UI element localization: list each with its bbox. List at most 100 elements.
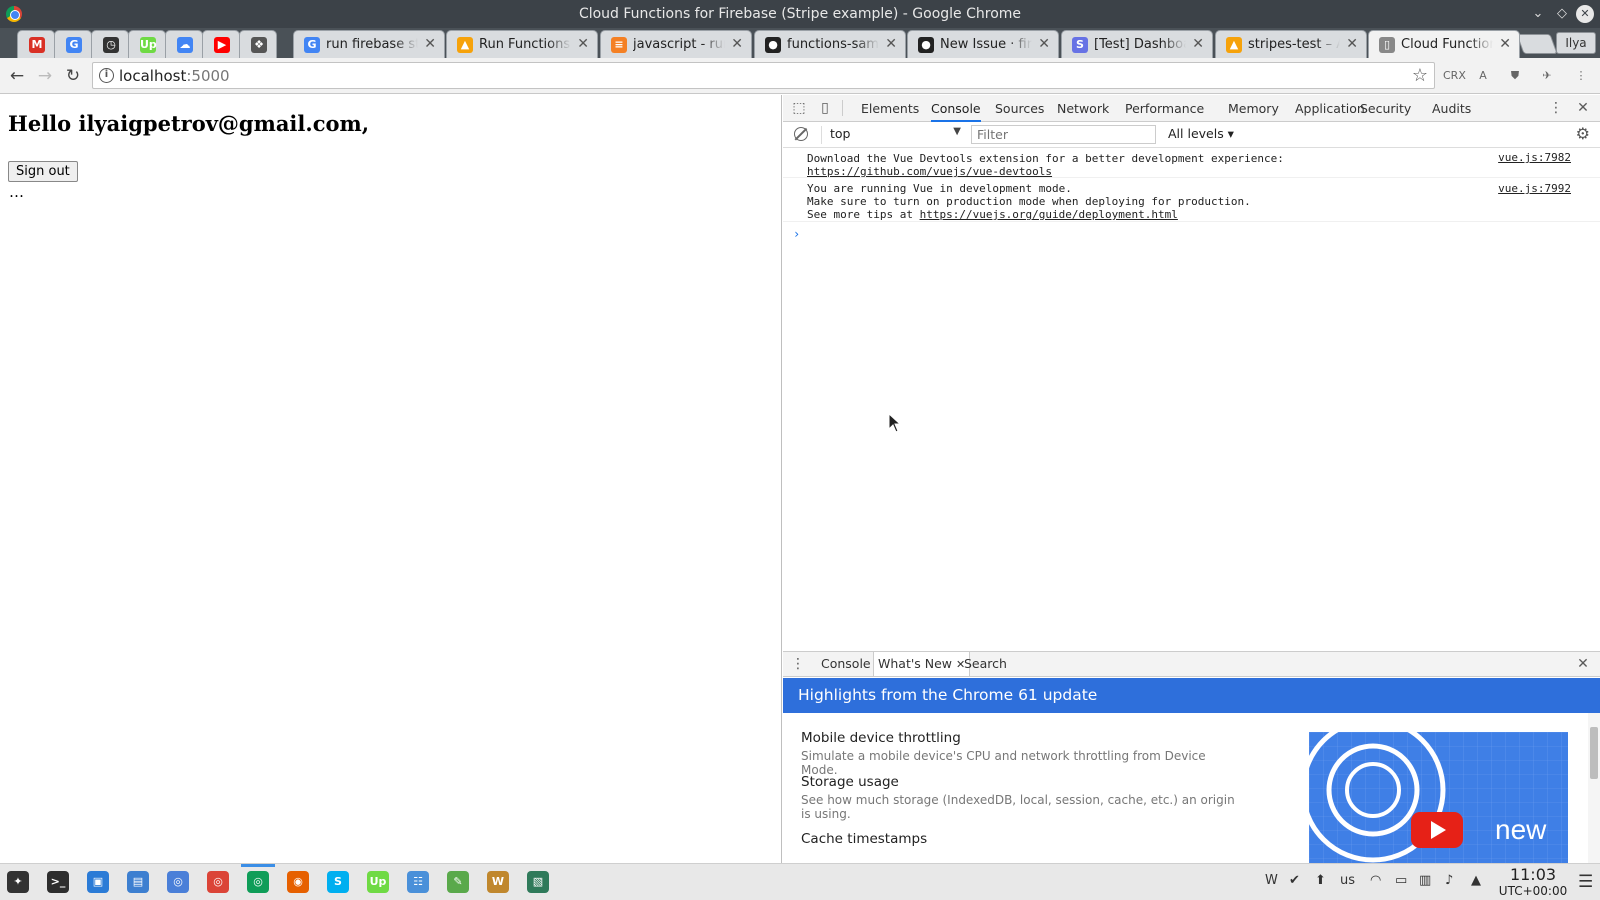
close-tab-icon[interactable]: ✕ [577,36,589,52]
gear-icon[interactable]: ⚙ [1576,124,1590,143]
console-link[interactable]: https://vuejs.org/guide/deployment.html [920,208,1178,221]
pinned-tab[interactable]: Up [128,30,166,58]
whats-new-scrollbar[interactable] [1588,713,1600,863]
clipboard-icon[interactable]: ▥ [1419,873,1431,888]
crx-icon[interactable]: CRX [1443,66,1466,86]
browser-tab[interactable]: ▲ Run Functions Locally ✕ [446,30,598,58]
forward-button[interactable]: → [34,65,56,87]
close-tab-icon[interactable]: ✕ [885,36,897,52]
profile-button[interactable]: Ilya [1556,32,1596,54]
chrome-icon[interactable]: ◎ [207,871,229,893]
console-source-link[interactable]: vue.js:7982 [1498,151,1571,164]
devtools-tab-memory[interactable]: Memory [1228,95,1279,122]
ublock-icon[interactable]: ⛊ [1505,66,1525,86]
log-levels-dropdown[interactable]: All levels ▾ [1168,126,1234,141]
pinned-tab[interactable]: ▶ [202,30,240,58]
devtools-tab-security[interactable]: Security [1360,95,1411,122]
system-clock[interactable]: 11:03 UTC+00:00 [1497,866,1569,899]
pinned-tab[interactable]: G [54,30,92,58]
devtools-tab-audits[interactable]: Audits [1432,95,1471,122]
volume-icon[interactable]: ♪ [1445,873,1453,888]
wifi-icon[interactable]: ◠ [1370,873,1381,888]
scrollbar-thumb[interactable] [1590,727,1598,779]
browser-tab[interactable]: ≡ javascript - run firebase ✕ [600,30,752,58]
chat-icon[interactable]: ☷ [407,871,429,893]
close-tab-icon[interactable]: ✕ [1038,36,1050,52]
devtools-menu-icon[interactable]: ⋮ [1547,99,1565,117]
devtools-tab-network[interactable]: Network [1057,95,1109,122]
close-devtools-icon[interactable]: ✕ [1574,99,1592,117]
back-button[interactable]: ← [6,65,28,87]
maximize-icon[interactable]: ◇ [1552,4,1572,24]
drawer-tab-whats-new[interactable]: What's New ✕ [873,652,971,676]
files-icon[interactable]: ▤ [127,871,149,893]
skype-icon[interactable]: S [327,871,349,893]
image-viewer-icon[interactable]: ▧ [527,871,549,893]
drawer-tab-console[interactable]: Console [821,652,871,676]
battery-icon[interactable]: ▭ [1395,873,1407,888]
store-icon[interactable]: ▣ [87,871,109,893]
new-tab-button[interactable] [1516,34,1558,54]
pinned-tab[interactable]: ◷ [91,30,129,58]
whats-new-video[interactable]: new [1309,732,1568,863]
close-tab-icon[interactable]: ✕ [731,36,743,52]
address-bar[interactable]: i localhost:5000 ☆ [92,62,1435,89]
bookmark-star-icon[interactable]: ☆ [1412,65,1428,86]
terminal-icon[interactable]: >_ [47,871,69,893]
devtools-tab-application[interactable]: Application [1295,95,1365,122]
drawer-menu-icon[interactable]: ⋮ [789,655,807,673]
firefox-icon[interactable]: ◉ [287,871,309,893]
chromium-icon[interactable]: ◎ [167,871,189,893]
browser-tab[interactable]: Grun firebase stripe ✕ [293,30,445,58]
tray-update-icon[interactable]: ⬆ [1315,873,1326,888]
close-drawer-icon[interactable]: ✕ [1574,655,1592,673]
reload-button[interactable]: ↻ [62,65,84,87]
close-tab-icon[interactable]: ✕ [1499,36,1511,52]
tray-check-icon[interactable]: ✔ [1289,873,1300,888]
translate-ext-icon[interactable]: A [1473,66,1493,86]
context-selector[interactable]: top ▼ [821,126,961,144]
whats-new-item[interactable]: Storage usage See how much storage (Inde… [801,774,1241,821]
devtools-tab-elements[interactable]: Elements [861,95,919,122]
pinned-tab[interactable]: ❖ [239,30,277,58]
extension-icon[interactable]: ✈ [1537,66,1557,86]
pinned-tab[interactable]: ☁ [165,30,203,58]
tab-active[interactable]: ▯ Cloud Functions for Firebase ✕ [1368,30,1520,58]
devtools-tab-performance[interactable]: Performance [1125,95,1204,122]
close-window-icon[interactable]: ✕ [1576,5,1594,23]
clear-console-icon[interactable] [794,127,808,141]
editor-icon[interactable]: ✎ [447,871,469,893]
console-prompt[interactable]: › [793,227,800,241]
app-launcher-icon[interactable]: ✦ [7,871,29,893]
site-info-icon[interactable]: i [99,68,114,83]
drawer-tab-search[interactable]: Search [964,652,1007,676]
browser-tab[interactable]: ▲ stripes-test – Authentication ✕ [1215,30,1367,58]
pinned-tab[interactable]: M [17,30,55,58]
whats-new-item[interactable]: Cache timestamps [801,831,927,847]
browser-tab[interactable]: ● functions-samples ✕ [754,30,906,58]
close-tab-icon[interactable]: ✕ [1192,36,1204,52]
console-source-link[interactable]: vue.js:7992 [1498,182,1571,195]
close-tab-icon[interactable]: ✕ [424,36,436,52]
sign-out-button[interactable]: Sign out [8,161,78,182]
chrome-active-icon[interactable]: ◎ [247,871,269,893]
menu-icon[interactable]: ⋮ [1571,66,1591,86]
inspect-element-icon[interactable]: ⬚ [790,99,808,117]
upwork-taskbar-icon[interactable]: Up [367,871,389,893]
devtools-tab-console[interactable]: Console [931,95,981,122]
browser-tab[interactable]: ● New Issue · firebase ✕ [907,30,1059,58]
browser-tab[interactable]: S [Test] Dashboard ✕ [1061,30,1213,58]
keyboard-layout[interactable]: us [1340,873,1355,888]
console-filter-input[interactable] [971,125,1156,144]
minimize-icon[interactable]: ⌄ [1528,4,1548,24]
tray-expand-icon[interactable]: ▲ [1471,873,1481,888]
taskbar-menu-icon[interactable]: ☰ [1578,872,1593,892]
devtools-tab-sources[interactable]: Sources [995,95,1044,122]
url-text[interactable]: localhost:5000 [119,67,230,85]
device-toolbar-icon[interactable]: ▯ [816,99,834,117]
close-tab-icon[interactable]: ✕ [1346,36,1358,52]
whats-new-item[interactable]: Mobile device throttling Simulate a mobi… [801,730,1241,777]
tray-word-icon[interactable]: W [1265,873,1278,888]
word-icon[interactable]: W [487,871,509,893]
console-link[interactable]: https://github.com/vuejs/vue-devtools [807,165,1052,178]
